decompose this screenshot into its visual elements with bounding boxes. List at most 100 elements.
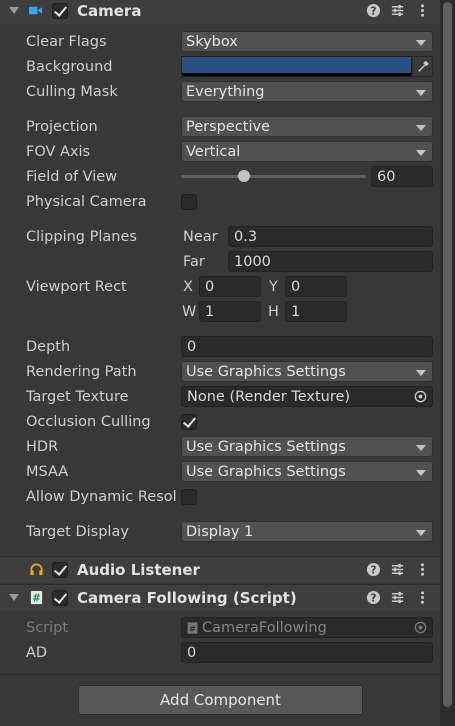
chevron-down-icon: [416, 90, 426, 96]
presets-icon[interactable]: [390, 562, 405, 577]
audio-listener-enabled-checkbox[interactable]: [52, 562, 68, 578]
projection-label: Projection: [26, 119, 98, 135]
camera-icon: [28, 6, 43, 15]
viewport-x-field[interactable]: 0: [199, 276, 261, 297]
depth-label: Depth: [26, 339, 71, 355]
fov-axis-dropdown[interactable]: Vertical: [181, 141, 433, 162]
kebab-menu-icon[interactable]: [415, 590, 430, 605]
background-label: Background: [26, 59, 113, 75]
help-icon[interactable]: ?: [366, 590, 381, 605]
fov-axis-label: FOV Axis: [26, 144, 91, 160]
camera-following-foldout-arrow-icon[interactable]: [9, 594, 19, 601]
hdr-label: HDR: [26, 439, 59, 455]
script-label: Script: [26, 620, 69, 636]
svg-text:#: #: [189, 624, 196, 634]
fov-value-field[interactable]: 60: [371, 166, 433, 187]
camera-enabled-checkbox[interactable]: [52, 3, 68, 19]
physical-camera-label: Physical Camera: [26, 194, 147, 210]
chevron-down-icon: [416, 125, 426, 131]
target-display-dropdown[interactable]: Display 1: [181, 521, 433, 542]
msaa-label: MSAA: [26, 464, 69, 480]
object-picker-icon[interactable]: [413, 389, 428, 404]
viewport-w-label: W: [182, 304, 197, 320]
presets-icon[interactable]: [390, 590, 405, 605]
audio-listener-title: Audio Listener: [77, 561, 200, 579]
chevron-down-icon: [416, 530, 426, 536]
rendering-path-label: Rendering Path: [26, 364, 137, 380]
chevron-down-icon: [416, 370, 426, 376]
headphones-icon: [30, 563, 43, 576]
svg-text:#: #: [32, 593, 41, 605]
hdr-dropdown[interactable]: Use Graphics Settings: [181, 436, 433, 457]
chevron-down-icon: [416, 445, 426, 451]
background-color-swatch[interactable]: [181, 56, 412, 77]
eyedropper-button[interactable]: [412, 56, 433, 77]
camera-title: Camera: [77, 2, 142, 20]
allow-dynamic-resolution-checkbox[interactable]: [181, 489, 197, 505]
object-picker-icon: [414, 621, 427, 634]
viewport-y-field[interactable]: 0: [285, 276, 347, 297]
target-texture-field[interactable]: None (Render Texture): [181, 386, 433, 407]
kebab-menu-icon[interactable]: [415, 3, 430, 18]
fov-slider-thumb[interactable]: [238, 170, 250, 182]
scrollbar-thumb[interactable]: [443, 2, 452, 707]
script-icon: #: [30, 590, 43, 605]
camera-following-header[interactable]: # Camera Following (Script) ?: [0, 584, 440, 611]
script-file-icon: #: [187, 622, 198, 634]
target-texture-label: Target Texture: [26, 389, 129, 405]
occlusion-culling-checkbox[interactable]: [181, 414, 197, 430]
clear-flags-dropdown[interactable]: Skybox: [181, 31, 433, 52]
help-icon[interactable]: ?: [366, 3, 381, 18]
camera-component-header[interactable]: Camera ?: [0, 0, 440, 24]
viewport-h-field[interactable]: 1: [285, 301, 347, 322]
occlusion-culling-label: Occlusion Culling: [26, 414, 151, 430]
fov-slider-track[interactable]: [181, 175, 366, 178]
inspector-scrollbar[interactable]: [440, 0, 455, 726]
viewport-y-label: Y: [269, 279, 278, 295]
physical-camera-checkbox[interactable]: [181, 194, 197, 210]
viewport-w-field[interactable]: 1: [199, 301, 261, 322]
target-texture-value: None (Render Texture): [187, 389, 351, 405]
chevron-down-icon: [416, 40, 426, 46]
script-field: # CameraFollowing: [181, 617, 433, 638]
section-divider: [0, 674, 440, 675]
projection-dropdown[interactable]: Perspective: [181, 116, 433, 137]
culling-mask-label: Culling Mask: [26, 84, 118, 100]
script-value: CameraFollowing: [202, 620, 327, 636]
ad-field[interactable]: 0: [181, 642, 433, 663]
msaa-dropdown[interactable]: Use Graphics Settings: [181, 461, 433, 482]
kebab-menu-icon[interactable]: [415, 562, 430, 577]
depth-field[interactable]: 0: [181, 336, 433, 357]
fov-label: Field of View: [26, 169, 118, 185]
culling-mask-dropdown[interactable]: Everything: [181, 81, 433, 102]
target-display-value: Display 1: [186, 524, 254, 540]
camera-following-enabled-checkbox[interactable]: [52, 590, 68, 606]
audio-listener-header[interactable]: Audio Listener ?: [0, 556, 440, 583]
projection-value: Perspective: [186, 119, 270, 135]
presets-icon[interactable]: [390, 3, 405, 18]
chevron-down-icon: [416, 470, 426, 476]
rendering-path-dropdown[interactable]: Use Graphics Settings: [181, 361, 433, 382]
camera-following-title: Camera Following (Script): [77, 589, 297, 607]
svg-text:?: ?: [371, 592, 377, 604]
camera-foldout-arrow-icon[interactable]: [9, 7, 19, 14]
rendering-path-value: Use Graphics Settings: [186, 364, 346, 380]
clear-flags-label: Clear Flags: [26, 34, 107, 50]
add-component-button[interactable]: Add Component: [78, 685, 363, 715]
viewport-h-label: H: [268, 304, 279, 320]
eyedropper-icon: [418, 60, 429, 72]
fov-axis-value: Vertical: [186, 144, 241, 160]
help-icon[interactable]: ?: [366, 562, 381, 577]
clipping-planes-label: Clipping Planes: [26, 229, 137, 245]
viewport-x-label: X: [183, 279, 193, 295]
far-label: Far: [183, 254, 205, 270]
near-label: Near: [183, 229, 218, 245]
far-field[interactable]: 1000: [228, 251, 433, 272]
clear-flags-value: Skybox: [186, 34, 238, 50]
target-display-label: Target Display: [26, 524, 129, 540]
ad-label: AD: [26, 645, 48, 661]
svg-text:?: ?: [371, 5, 377, 17]
chevron-down-icon: [416, 150, 426, 156]
add-component-label: Add Component: [160, 691, 281, 709]
near-field[interactable]: 0.3: [228, 226, 433, 247]
